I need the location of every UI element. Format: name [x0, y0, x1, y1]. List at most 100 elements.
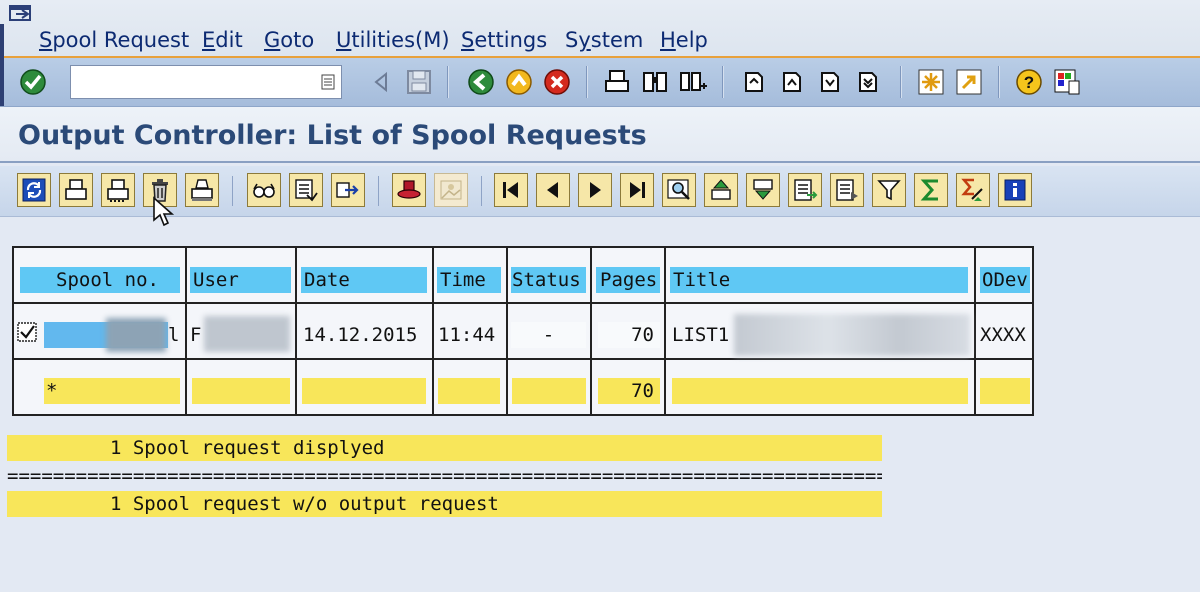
next-record-icon: [590, 182, 601, 198]
row-checkbox-icon[interactable]: [16, 320, 40, 344]
find-next-icon[interactable]: [678, 67, 708, 97]
print-directly-button[interactable]: [59, 173, 93, 207]
sort-ascending-button[interactable]: [704, 173, 738, 207]
column-header-status[interactable]: Status: [511, 267, 586, 293]
mouse-cursor-icon: [153, 196, 175, 227]
summary-separator: ========================================…: [7, 463, 882, 489]
menu-help[interactable]: Help: [660, 28, 708, 52]
total-marker: *: [44, 378, 180, 404]
display-details-button[interactable]: [247, 173, 281, 207]
menu-settings[interactable]: Settings: [461, 28, 547, 52]
first-record-icon: [503, 182, 518, 198]
column-header-user[interactable]: User: [190, 267, 291, 293]
row-divider: [14, 358, 1032, 360]
export-list-icon: [794, 179, 818, 201]
refresh-button[interactable]: [17, 173, 51, 207]
svg-text:?: ?: [1024, 73, 1034, 92]
command-history-icon[interactable]: [321, 74, 335, 90]
display-contents-button[interactable]: [185, 173, 219, 207]
picture-icon: [440, 180, 462, 200]
back-icon[interactable]: [466, 67, 496, 97]
customize-layout-icon[interactable]: [1052, 67, 1082, 97]
row-divider: [14, 302, 1032, 304]
expand-left-icon[interactable]: [366, 67, 396, 97]
output-requests-button[interactable]: [289, 173, 323, 207]
cancel-icon[interactable]: [542, 67, 572, 97]
information-button[interactable]: [998, 173, 1032, 207]
sort-descending-button[interactable]: [746, 173, 780, 207]
command-field[interactable]: [70, 65, 342, 99]
column-header-odev[interactable]: ODev: [980, 267, 1030, 293]
column-header-title[interactable]: Title: [670, 267, 968, 293]
hat-icon: [397, 180, 421, 199]
total-button[interactable]: [914, 173, 948, 207]
last-record-button[interactable]: [620, 173, 654, 207]
enter-check-icon[interactable]: [18, 67, 48, 97]
previous-record-button[interactable]: [536, 173, 570, 207]
archive-button[interactable]: [392, 173, 426, 207]
first-page-icon[interactable]: [740, 67, 770, 97]
column-header-time[interactable]: Time: [437, 267, 501, 293]
odev-cell: XXXX: [980, 324, 1026, 346]
application-toolbar: [0, 166, 1200, 217]
menu-system[interactable]: System: [565, 28, 643, 52]
layout-icon: [836, 179, 858, 201]
total-date-cell: [302, 378, 426, 404]
first-record-button[interactable]: [494, 173, 528, 207]
create-session-icon[interactable]: [916, 67, 946, 97]
menu-goto[interactable]: Goto: [264, 28, 314, 52]
print-with-changed-attributes-button[interactable]: [101, 173, 135, 207]
filter-funnel-icon: [877, 180, 901, 201]
printer-settings-icon: [107, 179, 129, 202]
column-divider: [295, 248, 297, 414]
next-page-icon[interactable]: [816, 67, 846, 97]
save-icon: [407, 70, 431, 94]
export-button[interactable]: [788, 173, 822, 207]
page-title: Output Controller: List of Spool Request…: [18, 120, 647, 151]
menu-utilities[interactable]: Utilities(M): [336, 28, 450, 52]
spool-number-blur: [106, 318, 166, 352]
previous-record-icon: [547, 182, 558, 198]
forward-arrow-icon: [336, 182, 359, 198]
menu-bar: Spool Request Edit Goto Utilities(M) Set…: [0, 0, 1200, 58]
find-button[interactable]: [662, 173, 696, 207]
document-list-icon: [295, 179, 318, 202]
glasses-icon: [253, 183, 275, 198]
previous-page-icon[interactable]: [778, 67, 808, 97]
column-header-spool-no[interactable]: Spool no.: [20, 267, 180, 293]
title-bar: Output Controller: List of Spool Request…: [0, 107, 1200, 163]
refresh-icon: [22, 178, 46, 202]
total-odev-cell: [980, 378, 1030, 404]
print-icon[interactable]: [602, 67, 632, 97]
info-icon: [1004, 179, 1026, 201]
subtotal-button[interactable]: [956, 173, 990, 207]
help-icon[interactable]: ?: [1014, 67, 1044, 97]
next-record-button[interactable]: [578, 173, 612, 207]
command-input[interactable]: [75, 67, 309, 99]
last-page-icon[interactable]: [854, 67, 884, 97]
sort-ascending-icon: [711, 179, 731, 200]
title-redacted: [734, 314, 970, 356]
image-button: [434, 173, 468, 207]
menu-edit[interactable]: Edit: [202, 28, 243, 52]
printer-icon: [65, 179, 87, 200]
forward-button[interactable]: [331, 173, 365, 207]
total-time-cell: [438, 378, 500, 404]
column-divider: [185, 248, 187, 414]
sort-descending-icon: [753, 179, 773, 200]
column-divider: [506, 248, 508, 414]
menu-spool-request[interactable]: Spool Request: [39, 28, 189, 52]
shortcut-icon[interactable]: [954, 67, 984, 97]
filter-button[interactable]: [872, 173, 906, 207]
column-divider: [432, 248, 434, 414]
choose-layout-button[interactable]: [830, 173, 864, 207]
find-icon[interactable]: [640, 67, 670, 97]
sum-sigma-icon: [920, 179, 938, 201]
column-header-pages[interactable]: Pages: [596, 267, 660, 293]
total-pages-cell: 70: [598, 378, 660, 404]
last-record-icon: [630, 182, 645, 198]
date-cell: 14.12.2015: [303, 324, 418, 346]
column-header-date[interactable]: Date: [301, 267, 427, 293]
system-menu-icon[interactable]: [8, 4, 34, 24]
exit-icon[interactable]: [504, 67, 534, 97]
